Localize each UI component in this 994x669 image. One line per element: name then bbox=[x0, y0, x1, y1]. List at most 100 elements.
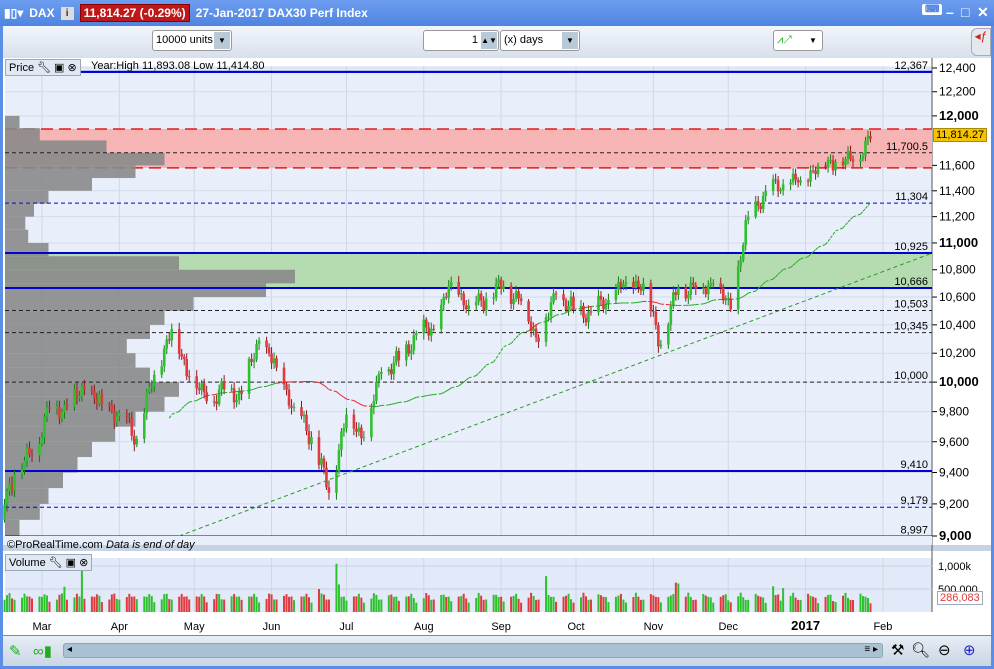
zoom-in-icon[interactable]: ⊕ bbox=[963, 641, 976, 659]
stepper-arrows-icon[interactable]: ▲▼ bbox=[481, 32, 497, 49]
candle-body bbox=[799, 180, 802, 183]
candle-body bbox=[290, 405, 293, 408]
keyboard-icon[interactable]: ⌨ bbox=[922, 4, 943, 15]
candle-body bbox=[789, 182, 792, 185]
volume-bar bbox=[375, 594, 378, 612]
price-axis-label: 11,600 bbox=[939, 158, 975, 172]
auto-scale-icon[interactable]: ⚒ bbox=[891, 641, 904, 659]
units-select[interactable]: 10000 units ▼ bbox=[152, 30, 232, 51]
volume-bar bbox=[844, 592, 847, 612]
moving-average-segment bbox=[605, 303, 609, 305]
candle-body bbox=[849, 151, 852, 160]
candle-body bbox=[824, 165, 827, 167]
period-unit-value: (x) days bbox=[504, 34, 544, 46]
close-panel-icon[interactable]: ⊗ bbox=[67, 61, 76, 74]
volume-bar bbox=[392, 596, 395, 612]
candle-body bbox=[28, 448, 31, 455]
candle-body bbox=[282, 367, 286, 385]
year-high-low: Year:High 11,893.08 Low 11,414.80 bbox=[91, 60, 265, 72]
candle-body bbox=[659, 344, 663, 347]
candle-body bbox=[514, 291, 518, 300]
moving-average-segment bbox=[216, 393, 220, 395]
volume-bar bbox=[814, 597, 817, 612]
candle-body bbox=[128, 417, 131, 419]
volume-bar bbox=[352, 596, 355, 612]
volume-bar bbox=[817, 603, 820, 612]
candle-body bbox=[355, 428, 358, 432]
volume-bar bbox=[495, 594, 498, 612]
volume-bar bbox=[288, 596, 291, 612]
wrench-icon[interactable]: 🔧︎ bbox=[37, 61, 51, 74]
symbol-label[interactable]: DAX bbox=[29, 6, 54, 20]
price-axis-label: 11,400 bbox=[939, 184, 975, 198]
candle-body bbox=[390, 369, 393, 375]
volume-bar bbox=[742, 597, 745, 612]
volume-bar bbox=[652, 595, 655, 612]
candle-body bbox=[654, 312, 658, 326]
candle-body bbox=[375, 381, 378, 401]
candle-body bbox=[721, 287, 725, 301]
candle-body bbox=[677, 287, 680, 295]
candle-body bbox=[532, 328, 535, 331]
horizontal-scrollbar[interactable]: ≡ ▸ ◂ bbox=[63, 643, 883, 658]
info-icon[interactable]: i bbox=[60, 6, 74, 20]
close-panel-icon[interactable]: ⊗ bbox=[79, 556, 88, 569]
window-icon[interactable]: ▣ bbox=[54, 61, 64, 74]
candle-body bbox=[427, 327, 431, 336]
minimize-button[interactable]: – bbox=[946, 4, 954, 20]
candle-body bbox=[180, 353, 184, 357]
current-volume-label: 286,083 bbox=[937, 591, 983, 605]
volume-axis-label: 1,000k bbox=[938, 561, 972, 573]
volume-bar bbox=[707, 596, 710, 612]
indicator-button[interactable]: ⩘↗ ▼ bbox=[773, 30, 823, 51]
zoom-out-icon[interactable]: ⊖ bbox=[938, 641, 951, 659]
candle-body bbox=[761, 195, 765, 209]
candle-body bbox=[58, 406, 61, 419]
volume-profile-bar bbox=[5, 324, 150, 339]
volume-bar bbox=[532, 595, 535, 612]
wrench-icon[interactable]: 🔧︎ bbox=[49, 556, 63, 569]
close-button[interactable]: ✕ bbox=[977, 4, 989, 21]
candle-body bbox=[572, 296, 575, 310]
candle-body bbox=[320, 458, 323, 465]
window-icon[interactable]: ▣ bbox=[66, 556, 76, 569]
volume-profile-bar bbox=[5, 242, 49, 257]
price-axis-label: 9,200 bbox=[939, 497, 969, 511]
candle-body bbox=[360, 427, 363, 439]
scroll-left-icon[interactable]: ◂ bbox=[67, 644, 72, 655]
maximize-button[interactable]: □ bbox=[961, 4, 969, 20]
candle-body bbox=[729, 298, 733, 310]
candle-body bbox=[65, 404, 69, 408]
price-axis-label: 12,200 bbox=[939, 85, 976, 99]
volume-bar bbox=[293, 600, 296, 612]
scroll-thumb[interactable]: ≡ ▸ bbox=[864, 644, 878, 655]
candle-body bbox=[519, 298, 523, 302]
chart-style-icon[interactable]: ∞▮ bbox=[33, 642, 52, 660]
period-stepper[interactable]: 1 ▲▼ bbox=[423, 30, 499, 51]
candlestick-icon[interactable]: ▮▯▾ bbox=[4, 6, 23, 20]
candle-body bbox=[694, 284, 698, 289]
candle-body bbox=[709, 283, 713, 286]
volume-bar bbox=[727, 600, 730, 612]
toolbar: 10000 units ▼ 1 ▲▼ (x) days ▼ ⩘↗ ▼ ◂ƒ bbox=[3, 26, 991, 58]
candle-body bbox=[642, 283, 645, 291]
volume-bar bbox=[63, 586, 66, 612]
candle-body bbox=[687, 294, 690, 299]
volume-profile-bar bbox=[5, 190, 49, 204]
volume-bar bbox=[597, 594, 600, 612]
candle-body bbox=[285, 384, 288, 390]
volume-bar bbox=[160, 599, 163, 612]
volume-bar bbox=[170, 599, 173, 612]
volume-bar bbox=[425, 593, 428, 612]
candle-body bbox=[78, 395, 81, 398]
volume-bar bbox=[779, 600, 782, 612]
zoom-fit-icon[interactable]: 🔍︎ bbox=[911, 641, 930, 659]
volume-bar bbox=[253, 593, 256, 612]
candle-body bbox=[387, 369, 391, 372]
period-unit-select[interactable]: (x) days ▼ bbox=[500, 30, 580, 51]
volume-panel-label: Volume bbox=[9, 556, 46, 569]
drawing-tools-icon[interactable]: ✎ bbox=[9, 642, 22, 660]
volume-bar bbox=[869, 603, 872, 612]
side-panel-toggle[interactable]: ◂ƒ bbox=[971, 28, 991, 56]
volume-bar bbox=[764, 602, 767, 612]
